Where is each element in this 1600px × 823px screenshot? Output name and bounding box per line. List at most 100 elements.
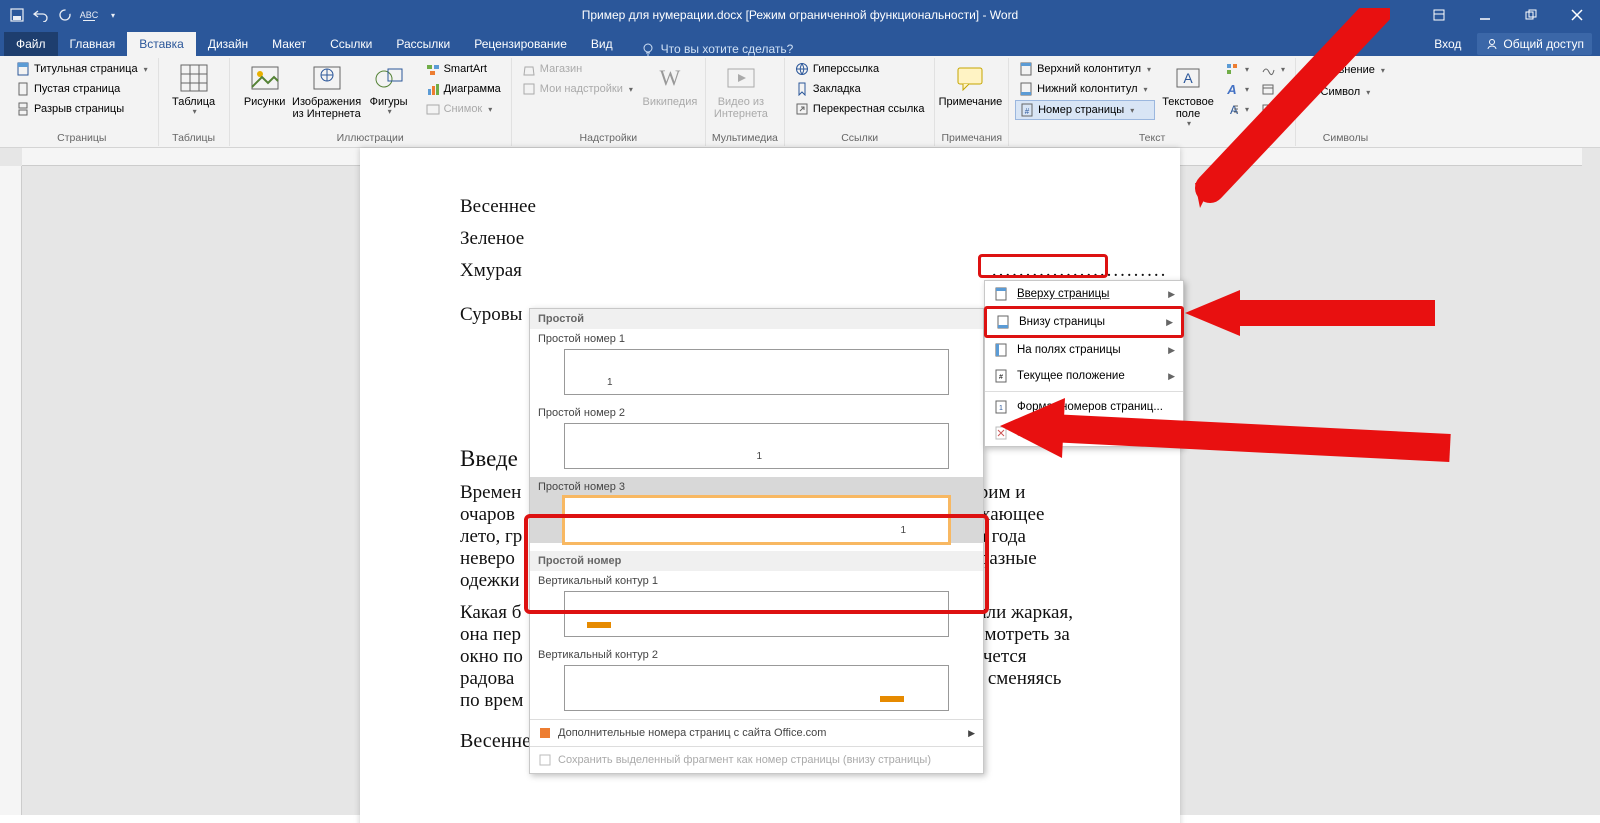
menu-current-position[interactable]: #Текущее положение▶ xyxy=(985,363,1183,389)
gallery-item-vertical-1[interactable]: Вертикальный контур 1 xyxy=(530,571,983,637)
doc-line: она пер xyxy=(460,624,521,645)
format-icon: 1 xyxy=(993,399,1009,415)
tab-review[interactable]: Рецензирование xyxy=(462,32,579,56)
shapes-button[interactable]: Фигуры xyxy=(360,60,418,117)
group-addins: Магазин Мои надстройки WВикипедия Надстр… xyxy=(512,58,706,146)
ribbon-options-icon[interactable] xyxy=(1416,0,1462,30)
bookmark-button[interactable]: Закладка xyxy=(791,80,929,98)
object-button[interactable] xyxy=(1257,100,1289,118)
ribbon-tabs: Файл Главная Вставка Дизайн Макет Ссылки… xyxy=(0,30,1600,56)
menu-remove-numbers: Удалить номера страниц xyxy=(985,420,1183,446)
cover-page-button[interactable]: Титульная страница xyxy=(12,60,152,78)
menu-bottom-of-page[interactable]: Внизу страницы▶ xyxy=(984,306,1184,338)
chart-icon xyxy=(426,82,440,96)
tab-insert[interactable]: Вставка xyxy=(127,32,196,56)
gallery-item-vertical-2[interactable]: Вертикальный контур 2 xyxy=(530,645,983,711)
share-button[interactable]: Общий доступ xyxy=(1477,33,1592,55)
dropcap-button[interactable]: A xyxy=(1221,100,1253,118)
tab-layout[interactable]: Макет xyxy=(260,32,318,56)
screenshot-button[interactable]: Снимок xyxy=(422,100,505,118)
gallery-more[interactable]: Дополнительные номера страниц с сайта Of… xyxy=(530,719,983,746)
tab-mailings[interactable]: Рассылки xyxy=(384,32,462,56)
pictures-button[interactable]: Рисунки xyxy=(236,60,294,108)
menu-top-of-page[interactable]: Вверху страницы▶ xyxy=(985,281,1183,307)
svg-text:#: # xyxy=(1025,107,1030,116)
tab-references[interactable]: Ссылки xyxy=(318,32,384,56)
smartart-button[interactable]: SmartArt xyxy=(422,60,505,78)
dropcap-icon: A xyxy=(1225,102,1239,116)
comment-label: Примечание xyxy=(939,96,1003,108)
chart-button[interactable]: Диаграмма xyxy=(422,80,505,98)
doc-line: Зеленое xyxy=(460,228,524,249)
document-area: 3 · · · 2 · · · 1 · · · ┤ · · · 1 · · · … xyxy=(0,148,1600,815)
doc-line: Времен xyxy=(460,482,521,503)
group-tables-label: Таблицы xyxy=(165,132,223,146)
gallery-preview xyxy=(564,591,949,637)
page-break-button[interactable]: Разрыв страницы xyxy=(12,100,152,118)
sig-button[interactable] xyxy=(1257,60,1289,78)
gallery-item-simple-3[interactable]: Простой номер 3 xyxy=(530,477,983,543)
gallery-item-simple-2[interactable]: Простой номер 2 xyxy=(530,403,983,469)
group-addins-label: Надстройки xyxy=(518,132,699,146)
hyperlink-label: Гиперссылка xyxy=(813,63,879,75)
date-button[interactable] xyxy=(1257,80,1289,98)
smartart-label: SmartArt xyxy=(444,63,487,75)
group-header-footer: Верхний колонтитул Нижний колонтитул #Но… xyxy=(1009,58,1296,146)
my-addins-button[interactable]: Мои надстройки xyxy=(518,80,637,98)
online-images-icon xyxy=(311,62,343,94)
undo-icon[interactable] xyxy=(32,3,50,27)
header-label: Верхний колонтитул xyxy=(1037,63,1141,75)
wordart-button[interactable]: A xyxy=(1221,80,1253,98)
page-number-button[interactable]: #Номер страницы xyxy=(1015,100,1155,120)
page-break-label: Разрыв страницы xyxy=(34,103,124,115)
online-images-button[interactable]: Изображения из Интернета xyxy=(298,60,356,120)
textbox-button[interactable]: AТекстовое поле xyxy=(1159,60,1217,129)
equation-button[interactable]: πУравнение xyxy=(1302,60,1389,80)
repeat-icon[interactable] xyxy=(56,3,74,27)
blank-page-icon xyxy=(16,82,30,96)
blank-page-button[interactable]: Пустая страница xyxy=(12,80,152,98)
menu-label: Внизу страницы xyxy=(1019,316,1105,328)
comment-button[interactable]: Примечание xyxy=(941,60,999,108)
group-pages: Титульная страница Пустая страница Разры… xyxy=(6,58,159,146)
equation-label: Уравнение xyxy=(1320,64,1375,76)
gallery-item-simple-1[interactable]: Простой номер 1 xyxy=(530,329,983,395)
wikipedia-button[interactable]: WВикипедия xyxy=(641,60,699,108)
video-button[interactable]: Видео из Интернета xyxy=(712,60,770,120)
qat-customize-icon[interactable]: ▾ xyxy=(104,3,122,27)
header-button[interactable]: Верхний колонтитул xyxy=(1015,60,1155,78)
group-media-label: Мультимедиа xyxy=(712,132,778,146)
close-button[interactable] xyxy=(1554,0,1600,30)
quickparts-button[interactable] xyxy=(1221,60,1253,78)
doc-line: одежки xyxy=(460,570,520,591)
cover-page-icon xyxy=(16,62,30,76)
sign-in[interactable]: Вход xyxy=(1422,32,1473,56)
tell-me[interactable]: Что вы хотите сделать? xyxy=(625,42,794,56)
gallery-preview xyxy=(564,423,949,469)
tab-view[interactable]: Вид xyxy=(579,32,625,56)
tab-design[interactable]: Дизайн xyxy=(196,32,260,56)
crossref-button[interactable]: Перекрестная ссылка xyxy=(791,100,929,118)
maximize-button[interactable] xyxy=(1508,0,1554,30)
hyperlink-button[interactable]: Гиперссылка xyxy=(791,60,929,78)
cover-page-label: Титульная страница xyxy=(34,63,138,75)
pictures-label: Рисунки xyxy=(244,96,286,108)
vertical-ruler[interactable] xyxy=(0,166,22,815)
store-button[interactable]: Магазин xyxy=(518,60,637,78)
menu-format-numbers[interactable]: 1Формат номеров страниц... xyxy=(985,394,1183,420)
menu-page-margins[interactable]: На полях страницы▶ xyxy=(985,337,1183,363)
tab-file[interactable]: Файл xyxy=(4,32,58,56)
remove-icon xyxy=(993,425,1009,441)
save-icon[interactable] xyxy=(8,3,26,27)
minimize-button[interactable] xyxy=(1462,0,1508,30)
footer-button[interactable]: Нижний колонтитул xyxy=(1015,80,1155,98)
spell-icon[interactable]: ABC xyxy=(80,3,98,27)
gallery-item-label: Простой номер 2 xyxy=(530,403,983,423)
table-button[interactable]: Таблица xyxy=(165,60,223,117)
tab-home[interactable]: Главная xyxy=(58,32,128,56)
symbol-button[interactable]: ΩСимвол xyxy=(1302,82,1389,102)
group-links: Гиперссылка Закладка Перекрестная ссылка… xyxy=(785,58,936,146)
sig-icon xyxy=(1261,62,1275,76)
margins-icon xyxy=(993,342,1009,358)
gallery-item-label: Простой номер 1 xyxy=(530,329,983,349)
